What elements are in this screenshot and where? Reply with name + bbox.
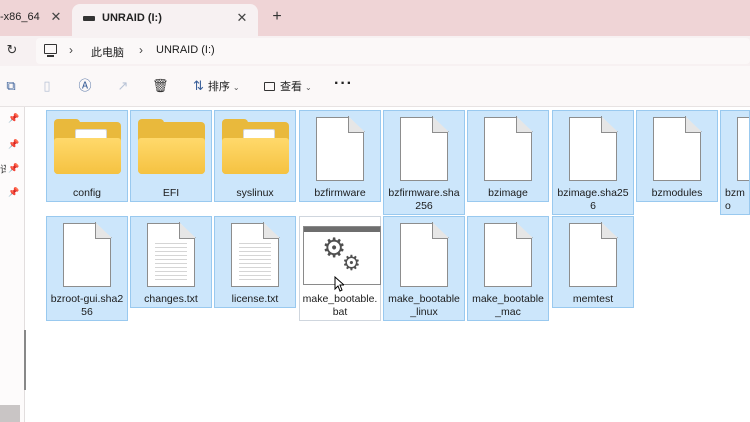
pin-icon[interactable]: 📌: [8, 187, 19, 197]
file-item-license-txt[interactable]: license.txt: [214, 216, 296, 308]
file-name: bzmodules: [651, 187, 703, 199]
file-item-bzimage[interactable]: bzimage: [467, 110, 549, 202]
document-icon: [63, 222, 112, 287]
command-bar: ⧉ ▯ Ⓐ ↗ 🗑 ⇅ 排序 ⌄ 查看 ⌄ ···: [0, 66, 750, 107]
file-name: memtest: [572, 293, 614, 305]
file-name: bzfirmware.sha256: [388, 187, 460, 212]
file-name: make_bootable_linux: [388, 293, 460, 318]
refresh-icon[interactable]: ↻: [4, 42, 20, 58]
file-name: syslinux: [236, 187, 274, 199]
file-item-bzmodules[interactable]: bzmodules: [636, 110, 718, 202]
file-name: license.txt: [231, 293, 279, 305]
breadcrumb-drive[interactable]: UNRAID (I:): [156, 44, 215, 56]
folder-icon: [54, 119, 121, 174]
sort-icon: ⇅: [193, 78, 204, 93]
navigation-pane: 📌 📌 📌 📌 译: [0, 107, 25, 422]
document-icon: [484, 116, 533, 181]
document-icon: [737, 117, 749, 181]
file-name: bzmo: [725, 187, 745, 212]
file-item-efi[interactable]: EFI: [130, 110, 212, 202]
file-item-bzmo-partial[interactable]: bzmo: [720, 110, 750, 215]
file-name: EFI: [162, 187, 180, 199]
nav-item-label[interactable]: 译: [0, 161, 6, 176]
sort-label: 排序: [207, 81, 230, 93]
address-bar[interactable]: › 此电脑 › UNRAID (I:): [36, 38, 750, 64]
file-name: bzimage: [488, 187, 528, 199]
sort-button[interactable]: ⇅ 排序 ⌄: [193, 78, 240, 94]
tab-title: -x86_64: [0, 11, 40, 23]
file-item-bzfirmware-sha256[interactable]: bzfirmware.sha256: [383, 110, 465, 215]
chevron-right-icon[interactable]: ›: [139, 43, 143, 57]
chevron-down-icon: ⌄: [232, 83, 240, 92]
breadcrumb-this-pc[interactable]: 此电脑: [91, 44, 124, 60]
folder-icon: [138, 119, 205, 174]
file-name: bzroot-gui.sha256: [50, 293, 124, 318]
tab-previous[interactable]: -x86_64 ✕: [0, 0, 70, 36]
pin-icon[interactable]: 📌: [8, 113, 19, 123]
file-item-bzimage-sha256[interactable]: bzimage.sha256: [552, 110, 634, 215]
mouse-cursor-icon: [334, 276, 344, 292]
file-item-changes-txt[interactable]: changes.txt: [130, 216, 212, 308]
file-name: make_bootable_mac: [472, 293, 544, 318]
text-file-icon: [231, 222, 280, 287]
pin-icon[interactable]: 📌: [8, 139, 19, 149]
copy-icon[interactable]: ⧉: [3, 78, 19, 94]
file-item-make-bootable-mac[interactable]: make_bootable_mac: [467, 216, 549, 321]
chevron-right-icon[interactable]: ›: [69, 43, 73, 57]
file-name: make_bootable.bat: [302, 293, 378, 318]
tab-active[interactable]: UNRAID (I:) ✕: [72, 4, 258, 36]
document-icon: [569, 116, 618, 181]
text-file-icon: [147, 222, 196, 287]
view-label: 查看: [280, 81, 302, 93]
view-icon: [264, 82, 275, 91]
file-item-config[interactable]: config: [46, 110, 128, 202]
rename-icon[interactable]: Ⓐ: [77, 78, 93, 94]
share-icon[interactable]: ↗: [115, 78, 131, 94]
file-item-syslinux[interactable]: syslinux: [214, 110, 296, 202]
pin-icon[interactable]: 📌: [8, 163, 19, 173]
close-icon[interactable]: ✕: [234, 9, 250, 27]
document-icon: [316, 116, 365, 181]
navigation-pane-footer: [0, 405, 20, 422]
document-icon: [400, 222, 449, 287]
file-item-bzroot-gui-sha256[interactable]: bzroot-gui.sha256: [46, 216, 128, 321]
file-item-bzfirmware[interactable]: bzfirmware: [299, 110, 381, 202]
more-options-button[interactable]: ···: [334, 75, 353, 93]
document-icon: [400, 116, 449, 181]
document-icon: [569, 222, 618, 287]
gear-icon: ⚙: [342, 252, 361, 275]
address-bar-row: ↻ › 此电脑 › UNRAID (I:): [0, 36, 750, 66]
file-item-memtest[interactable]: memtest: [552, 216, 634, 308]
new-tab-button[interactable]: +: [268, 8, 286, 26]
file-item-make-bootable-bat[interactable]: ⚙ ⚙ make_bootable.bat: [299, 216, 381, 321]
file-name: config: [72, 187, 102, 199]
navigation-scrollbar[interactable]: [24, 330, 26, 390]
close-icon[interactable]: ✕: [48, 8, 64, 26]
folder-icon: [222, 119, 289, 174]
file-item-make-bootable-linux[interactable]: make_bootable_linux: [383, 216, 465, 321]
chevron-down-icon: ⌄: [305, 83, 312, 92]
document-icon: [484, 222, 533, 287]
file-name: changes.txt: [144, 293, 198, 305]
delete-icon[interactable]: 🗑: [152, 78, 169, 94]
document-icon: [653, 116, 702, 181]
view-button[interactable]: 查看 ⌄: [264, 78, 312, 94]
file-name: bzfirmware: [314, 187, 366, 199]
drive-icon: [83, 16, 95, 21]
tab-bar: -x86_64 ✕ UNRAID (I:) ✕ +: [0, 0, 750, 36]
paste-icon[interactable]: ▯: [39, 78, 55, 94]
tab-title: UNRAID (I:): [102, 12, 162, 24]
computer-icon: [44, 44, 57, 57]
file-name: bzimage.sha256: [557, 187, 629, 212]
